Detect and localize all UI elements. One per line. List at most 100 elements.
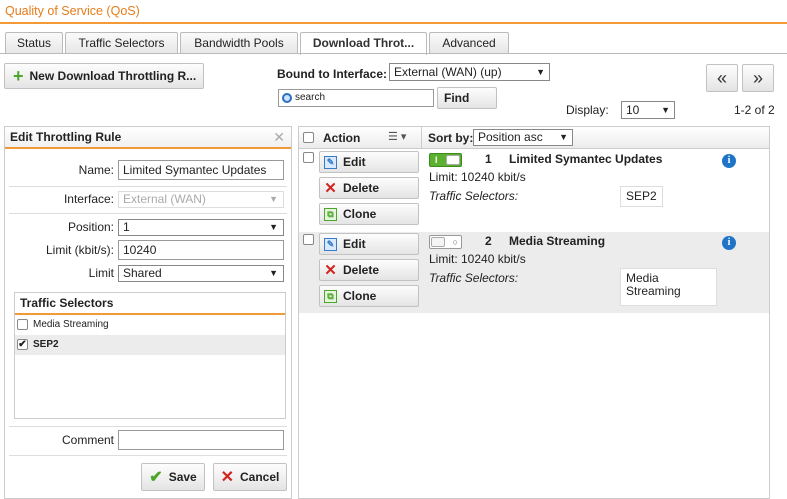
clone-label: Clone xyxy=(343,207,377,221)
pagination-count: 1-2 of 2 xyxy=(734,103,775,117)
limit-kbits-field[interactable]: 10240 xyxy=(118,240,284,260)
chevron-down-icon: ▼ xyxy=(269,194,278,204)
save-button[interactable]: ✔ Save xyxy=(141,463,205,491)
checkbox-checked[interactable]: ✔ xyxy=(17,339,28,350)
position-select[interactable]: 1 ▼ xyxy=(118,219,284,236)
interface-label: Interface: xyxy=(63,192,114,206)
edit-icon: ✎ xyxy=(324,155,337,169)
info-icon[interactable]: i xyxy=(722,236,736,250)
chevron-down-icon: ▼ xyxy=(269,222,278,232)
search-placeholder: search xyxy=(295,92,326,103)
delete-button[interactable]: ✕ Delete xyxy=(319,177,419,199)
limit-type-select[interactable]: Shared ▼ xyxy=(118,265,284,282)
toggle-on-mark: I xyxy=(435,155,438,165)
traffic-selector-label: SEP2 xyxy=(33,339,59,350)
edit-button[interactable]: ✎ Edit xyxy=(319,233,419,255)
interface-select: External (WAN) ▼ xyxy=(118,191,284,208)
bound-interface-value: External (WAN) (up) xyxy=(394,65,502,79)
traffic-selectors-title: Traffic Selectors xyxy=(15,293,285,315)
cancel-button[interactable]: ✕ Cancel xyxy=(213,463,287,491)
rule-traffic-selectors-label: Traffic Selectors: xyxy=(429,271,519,285)
tab-bandwidth-pools[interactable]: Bandwidth Pools xyxy=(180,32,298,54)
close-icon: ✕ xyxy=(220,469,235,486)
display-count-select[interactable]: 10 ▼ xyxy=(621,101,675,119)
chevron-down-icon: ▼ xyxy=(661,105,670,115)
close-icon[interactable]: ✕ xyxy=(273,129,285,146)
checkbox[interactable] xyxy=(17,319,28,330)
sort-by-value: Position asc xyxy=(478,130,543,144)
toggle-off-mark: ○ xyxy=(452,237,458,247)
name-field[interactable]: Limited Symantec Updates xyxy=(118,160,284,180)
sort-by-select[interactable]: Position asc ▼ xyxy=(473,129,573,146)
clone-button[interactable]: ⧉ Clone xyxy=(319,285,419,307)
action-header: Action xyxy=(323,131,361,145)
find-button[interactable]: Find xyxy=(437,87,497,109)
rule-traffic-selectors-value: Media Streaming xyxy=(620,268,717,306)
plus-icon: + xyxy=(13,66,24,86)
rule-traffic-selectors-value: SEP2 xyxy=(620,186,663,207)
rule-traffic-selectors-label: Traffic Selectors: xyxy=(429,189,519,203)
comment-field[interactable] xyxy=(118,430,284,450)
clone-icon: ⧉ xyxy=(324,207,337,221)
comment-label: Comment xyxy=(61,433,114,447)
clone-icon: ⧉ xyxy=(324,289,337,303)
rule-row: ✎ Edit ✕ Delete ⧉ Clone I 1 Limited Syma… xyxy=(299,150,769,231)
rule-name: Media Streaming xyxy=(509,234,606,248)
tab-advanced[interactable]: Advanced xyxy=(429,32,509,54)
rule-limit: Limit: 10240 kbit/s xyxy=(429,170,526,184)
bound-interface-select[interactable]: External (WAN) (up) ▼ xyxy=(389,63,550,81)
edit-button[interactable]: ✎ Edit xyxy=(319,151,419,173)
clone-button[interactable]: ⧉ Clone xyxy=(319,203,419,225)
row-checkbox[interactable] xyxy=(303,152,314,163)
title-divider xyxy=(0,22,787,24)
bound-interface-label: Bound to Interface: xyxy=(277,67,387,81)
search-icon xyxy=(282,93,292,103)
traffic-selector-item-media-streaming[interactable]: Media Streaming xyxy=(15,315,285,335)
tab-download-throttling[interactable]: Download Throt... xyxy=(300,32,427,55)
column-menu-icon[interactable]: ☰ ▾ xyxy=(388,130,406,143)
delete-icon: ✕ xyxy=(324,179,337,197)
throttling-rules-list: Action ☰ ▾ Sort by: Position asc ▼ ✎ Edi… xyxy=(298,126,770,499)
previous-page-button[interactable]: « xyxy=(706,64,738,92)
search-input[interactable]: search xyxy=(278,89,434,107)
edit-icon: ✎ xyxy=(324,237,337,251)
divider xyxy=(9,455,287,456)
rule-row: ✎ Edit ✕ Delete ⧉ Clone ○ 2 Media Stream… xyxy=(299,232,769,313)
tab-traffic-selectors[interactable]: Traffic Selectors xyxy=(65,32,178,54)
delete-button[interactable]: ✕ Delete xyxy=(319,259,419,281)
interface-value: External (WAN) xyxy=(123,192,206,206)
rule-enabled-toggle[interactable]: I xyxy=(429,153,462,167)
qos-window: Quality of Service (QoS) Status Traffic … xyxy=(0,0,787,499)
select-all-checkbox[interactable] xyxy=(303,132,314,143)
row-checkbox[interactable] xyxy=(303,234,314,245)
rule-number: 2 xyxy=(485,234,492,248)
display-label: Display: xyxy=(566,103,609,117)
toggle-knob xyxy=(431,237,445,247)
chevron-down-icon: ▼ xyxy=(536,67,545,77)
rule-name: Limited Symantec Updates xyxy=(509,152,663,166)
app-title: Quality of Service (QoS) xyxy=(5,4,140,18)
tab-status[interactable]: Status xyxy=(5,32,63,54)
traffic-selector-item-sep2[interactable]: ✔ SEP2 xyxy=(15,335,285,355)
panel-title-text: Edit Throttling Rule xyxy=(10,130,122,144)
rule-number: 1 xyxy=(485,152,492,166)
info-icon[interactable]: i xyxy=(722,154,736,168)
save-label: Save xyxy=(168,470,197,484)
edit-label: Edit xyxy=(343,155,366,169)
rule-enabled-toggle[interactable]: ○ xyxy=(429,235,462,249)
toggle-knob xyxy=(446,155,460,165)
divider xyxy=(9,213,287,214)
new-throttling-rule-button[interactable]: + New Download Throttling R... xyxy=(4,63,204,89)
cancel-label: Cancel xyxy=(240,470,280,484)
sort-by-label: Sort by: xyxy=(428,131,474,145)
position-label: Position: xyxy=(67,220,114,234)
display-count-value: 10 xyxy=(626,103,640,117)
next-page-button[interactable]: » xyxy=(742,64,774,92)
chevron-down-icon: ▼ xyxy=(269,268,278,278)
name-label: Name: xyxy=(78,163,114,177)
delete-label: Delete xyxy=(343,263,380,277)
tab-bar-border xyxy=(0,53,787,54)
position-value: 1 xyxy=(123,220,130,234)
traffic-selectors-box: Traffic Selectors Media Streaming ✔ SEP2 xyxy=(14,292,286,419)
new-throttling-rule-label: New Download Throttling R... xyxy=(29,69,197,83)
